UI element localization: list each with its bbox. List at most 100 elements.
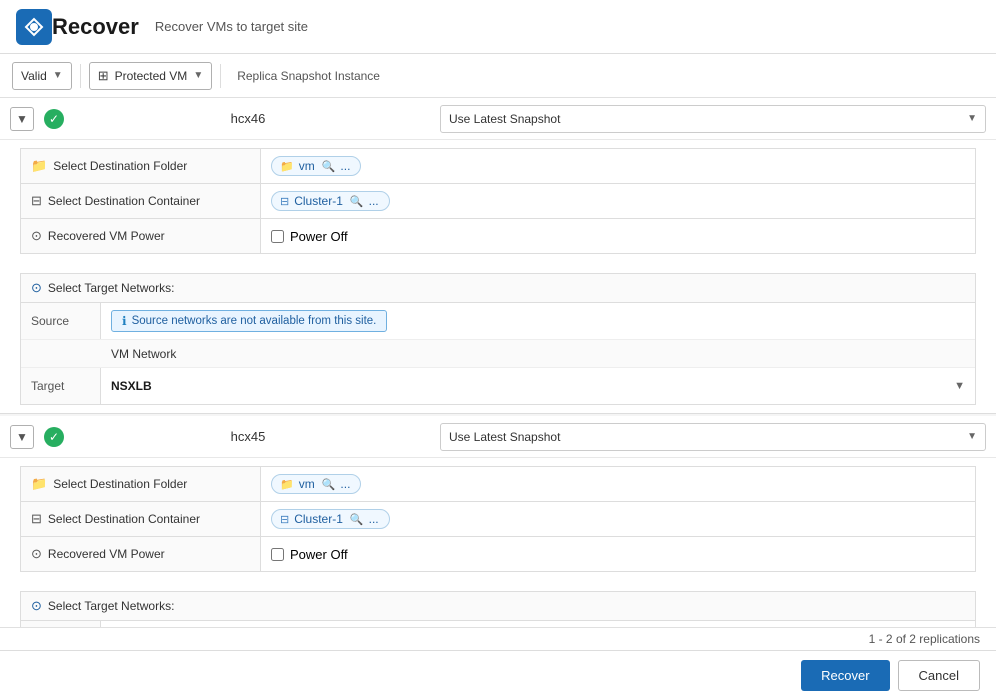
power-value-1: Power Off bbox=[261, 229, 975, 244]
power-checkbox-label-1: Power Off bbox=[290, 229, 348, 244]
snapshot-instance-label: Replica Snapshot Instance bbox=[229, 66, 388, 86]
container-label-2: ⊟ Select Destination Container bbox=[21, 502, 261, 536]
vm-row-2: ▼ ✓ hcx45 Use Latest Snapshot ▼ 📁 Select… bbox=[0, 416, 996, 627]
app-logo-icon bbox=[16, 9, 52, 45]
container-chip-2[interactable]: ⊟ Cluster-1 🔍 ... bbox=[271, 509, 390, 529]
container-chip-1[interactable]: ⊟ Cluster-1 🔍 ... bbox=[271, 191, 390, 211]
vm-row-1: ▼ ✓ hcx46 Use Latest Snapshot ▼ 📁 Select… bbox=[0, 98, 996, 414]
vm-status-icon-1: ✓ bbox=[44, 109, 64, 129]
container-row-2: ⊟ Select Destination Container ⊟ Cluster… bbox=[20, 501, 976, 537]
vm-name-2: hcx45 bbox=[72, 429, 424, 444]
target-select-1[interactable]: NSXLB ▼ bbox=[101, 379, 975, 393]
header: Recover Recover VMs to target site bbox=[0, 0, 996, 54]
vm-toggle-1[interactable]: ▼ bbox=[10, 107, 34, 131]
folder-search-icon-1: 🔍 bbox=[322, 160, 336, 173]
container-icon-2: ⊟ bbox=[31, 511, 42, 527]
container-label-text-1: Select Destination Container bbox=[48, 194, 200, 208]
vm-status-icon-2: ✓ bbox=[44, 427, 64, 447]
power-label-text-1: Recovered VM Power bbox=[48, 229, 165, 243]
folder-chip-1[interactable]: 📁 vm 🔍 ... bbox=[271, 156, 361, 176]
vm-header-1: ▼ ✓ hcx46 Use Latest Snapshot ▼ bbox=[0, 98, 996, 140]
folder-row-1: 📁 Select Destination Folder 📁 vm 🔍 ... bbox=[20, 148, 976, 184]
folder-chip-2[interactable]: 📁 vm 🔍 ... bbox=[271, 474, 361, 494]
source-value-1: ℹ Source networks are not available from… bbox=[101, 304, 975, 338]
container-chip-icon-1: ⊟ bbox=[280, 195, 289, 208]
replication-count-bar: 1 - 2 of 2 replications bbox=[0, 627, 996, 650]
target-select-text-1: NSXLB bbox=[111, 379, 152, 393]
folder-chip-text-1: vm bbox=[299, 159, 315, 173]
vm-details-2: 📁 Select Destination Folder 📁 vm 🔍 ... bbox=[0, 458, 996, 583]
vm-toggle-2[interactable]: ▼ bbox=[10, 425, 34, 449]
networks-title-1: Select Target Networks: bbox=[48, 281, 175, 295]
power-icon-1: ⊙ bbox=[31, 228, 42, 244]
container-chip-dots-1: ... bbox=[369, 194, 379, 208]
filter-valid-caret-icon: ▼ bbox=[53, 70, 63, 81]
filter-valid-select[interactable]: Valid ▼ bbox=[12, 62, 72, 90]
main-content: ▼ ✓ hcx46 Use Latest Snapshot ▼ 📁 Select… bbox=[0, 98, 996, 650]
source-info-text-1: Source networks are not available from t… bbox=[132, 315, 377, 327]
container-label-text-2: Select Destination Container bbox=[48, 512, 200, 526]
info-icon-1: ℹ bbox=[122, 314, 127, 328]
folder-chip-icon-1: 📁 bbox=[280, 160, 294, 173]
vm-name-1: hcx46 bbox=[72, 111, 424, 126]
source-vm-network-1: VM Network bbox=[101, 343, 975, 365]
source-label-1: Source bbox=[21, 303, 101, 339]
scroll-area[interactable]: ▼ ✓ hcx46 Use Latest Snapshot ▼ 📁 Select… bbox=[0, 98, 996, 627]
filter-protected-caret-icon: ▼ bbox=[193, 70, 203, 81]
power-icon-2: ⊙ bbox=[31, 546, 42, 562]
target-label-1: Target bbox=[21, 368, 101, 404]
container-chip-icon-2: ⊟ bbox=[280, 513, 289, 526]
vm-snapshot-caret-icon-1: ▼ bbox=[967, 113, 977, 124]
network-vm-row-1: VM Network bbox=[21, 340, 975, 368]
power-row-1: ⊙ Recovered VM Power Power Off bbox=[20, 218, 976, 254]
folder-label-2: 📁 Select Destination Folder bbox=[21, 467, 261, 501]
container-search-icon-2: 🔍 bbox=[350, 513, 364, 526]
replication-count: 1 - 2 of 2 replications bbox=[869, 632, 980, 646]
networks-header-2: ⊙ Select Target Networks: bbox=[21, 592, 975, 621]
power-row-2: ⊙ Recovered VM Power Power Off bbox=[20, 536, 976, 572]
vm-details-1: 📁 Select Destination Folder 📁 vm 🔍 ... bbox=[0, 140, 996, 265]
folder-value-1: 📁 vm 🔍 ... bbox=[261, 156, 975, 176]
network-target-row-1: Target NSXLB ▼ bbox=[21, 368, 975, 404]
networks-section-2: ⊙ Select Target Networks: Source ℹ Sourc… bbox=[20, 591, 976, 627]
power-checkbox-1[interactable] bbox=[271, 230, 284, 243]
folder-icon-1: 📁 bbox=[31, 158, 47, 174]
folder-label-text-2: Select Destination Folder bbox=[53, 477, 187, 491]
networks-icon-2: ⊙ bbox=[31, 598, 42, 614]
page-title: Recover bbox=[52, 14, 139, 40]
power-checkbox-container-1: Power Off bbox=[271, 229, 348, 244]
protected-vm-icon: ⊞ bbox=[98, 68, 109, 84]
power-label-1: ⊙ Recovered VM Power bbox=[21, 219, 261, 253]
container-icon-1: ⊟ bbox=[31, 193, 42, 209]
power-label-text-2: Recovered VM Power bbox=[48, 547, 165, 561]
container-value-1: ⊟ Cluster-1 🔍 ... bbox=[261, 191, 975, 211]
filter-protected-label: Protected VM bbox=[115, 69, 188, 83]
folder-row-2: 📁 Select Destination Folder 📁 vm 🔍 ... bbox=[20, 466, 976, 502]
filter-protected-select[interactable]: ⊞ Protected VM ▼ bbox=[89, 62, 213, 90]
networks-title-2: Select Target Networks: bbox=[48, 599, 175, 613]
folder-label-1: 📁 Select Destination Folder bbox=[21, 149, 261, 183]
folder-icon-2: 📁 bbox=[31, 476, 47, 492]
vm-snapshot-select-1[interactable]: Use Latest Snapshot ▼ bbox=[440, 105, 986, 133]
cancel-button[interactable]: Cancel bbox=[898, 660, 980, 691]
vm-header-2: ▼ ✓ hcx45 Use Latest Snapshot ▼ bbox=[0, 416, 996, 458]
vm-snapshot-text-1: Use Latest Snapshot bbox=[449, 112, 560, 126]
vm-snapshot-text-2: Use Latest Snapshot bbox=[449, 430, 560, 444]
network-source-row-1: Source ℹ Source networks are not availab… bbox=[21, 303, 975, 340]
source-info-badge-1: ℹ Source networks are not available from… bbox=[111, 310, 387, 332]
folder-value-2: 📁 vm 🔍 ... bbox=[261, 474, 975, 494]
vm-snapshot-caret-icon-2: ▼ bbox=[967, 431, 977, 442]
vm-snapshot-select-2[interactable]: Use Latest Snapshot ▼ bbox=[440, 423, 986, 451]
recover-button[interactable]: Recover bbox=[801, 660, 889, 691]
toolbar-divider-1 bbox=[80, 64, 81, 88]
app-window: Recover Recover VMs to target site Valid… bbox=[0, 0, 996, 700]
toolbar-divider-2 bbox=[220, 64, 221, 88]
networks-header-1: ⊙ Select Target Networks: bbox=[21, 274, 975, 303]
folder-chip-dots-1: ... bbox=[340, 159, 350, 173]
target-select-caret-icon-1: ▼ bbox=[954, 380, 965, 392]
container-chip-dots-2: ... bbox=[369, 512, 379, 526]
power-checkbox-label-2: Power Off bbox=[290, 547, 348, 562]
container-chip-text-2: Cluster-1 bbox=[294, 512, 343, 526]
container-chip-text-1: Cluster-1 bbox=[294, 194, 343, 208]
power-checkbox-2[interactable] bbox=[271, 548, 284, 561]
